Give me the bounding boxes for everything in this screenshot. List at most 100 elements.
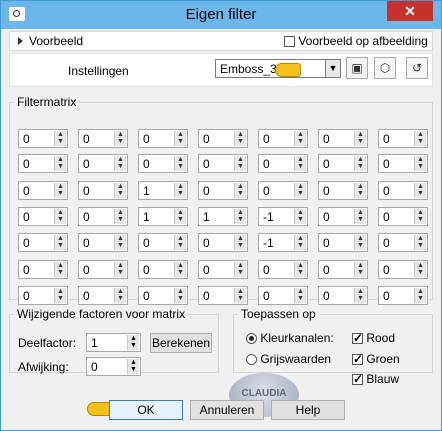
- spinner-icon[interactable]: ▲ ▼: [114, 288, 126, 303]
- matrix-cell[interactable]: 0 ▲ ▼: [138, 233, 188, 252]
- matrix-cell[interactable]: 0 ▲ ▼: [318, 207, 368, 226]
- grayscale-radio[interactable]: Grijswaarden: [246, 352, 331, 366]
- matrix-cell[interactable]: 0 ▲ ▼: [198, 181, 248, 200]
- matrix-cell[interactable]: 0 ▲ ▼: [258, 181, 308, 200]
- ok-button[interactable]: OK: [109, 400, 183, 420]
- help-button[interactable]: Help: [271, 400, 345, 420]
- spinner-icon[interactable]: ▲ ▼: [114, 262, 126, 277]
- spinner-icon[interactable]: ▲ ▼: [174, 288, 186, 303]
- preview-on-image-checkbox[interactable]: Voorbeeld op afbeelding: [284, 34, 428, 48]
- divisor-input[interactable]: 1 ▲ ▼: [86, 333, 141, 352]
- randomize-button[interactable]: ⬡: [374, 57, 396, 79]
- spinner-icon[interactable]: ▲ ▼: [234, 235, 246, 250]
- spinner-icon[interactable]: ▲ ▼: [354, 131, 366, 146]
- spinner-icon[interactable]: ▲ ▼: [54, 288, 66, 303]
- matrix-cell[interactable]: 1 ▲ ▼: [138, 207, 188, 226]
- cancel-button[interactable]: Annuleren: [190, 400, 264, 420]
- save-preset-button[interactable]: ▣: [346, 57, 368, 79]
- spinner-icon[interactable]: ▲ ▼: [234, 209, 246, 224]
- matrix-cell[interactable]: 0 ▲ ▼: [378, 233, 428, 252]
- spinner-icon[interactable]: ▲ ▼: [114, 156, 126, 171]
- red-checkbox[interactable]: Rood: [352, 331, 395, 345]
- chevron-down-icon[interactable]: ▼: [325, 60, 340, 77]
- spinner-icon[interactable]: ▲ ▼: [414, 209, 426, 224]
- spinner-icon[interactable]: ▲ ▼: [414, 183, 426, 198]
- spinner-icon[interactable]: ▲ ▼: [54, 209, 66, 224]
- spinner-icon[interactable]: ▲ ▼: [294, 235, 306, 250]
- matrix-cell[interactable]: 0 ▲ ▼: [258, 286, 308, 305]
- matrix-cell[interactable]: 0 ▲ ▼: [258, 154, 308, 173]
- matrix-cell[interactable]: 0 ▲ ▼: [258, 129, 308, 148]
- matrix-cell[interactable]: 0 ▲ ▼: [198, 260, 248, 279]
- matrix-cell[interactable]: 0 ▲ ▼: [18, 207, 68, 226]
- spinner-icon[interactable]: ▲ ▼: [54, 235, 66, 250]
- spinner-icon[interactable]: ▲ ▼: [54, 156, 66, 171]
- spinner-icon[interactable]: ▲ ▼: [354, 209, 366, 224]
- spinner-icon[interactable]: ▲ ▼: [354, 156, 366, 171]
- matrix-cell[interactable]: 0 ▲ ▼: [138, 129, 188, 148]
- spinner-icon[interactable]: ▲ ▼: [414, 156, 426, 171]
- matrix-cell[interactable]: 0 ▲ ▼: [18, 154, 68, 173]
- matrix-cell[interactable]: 0 ▲ ▼: [138, 286, 188, 305]
- matrix-cell[interactable]: 0 ▲ ▼: [78, 129, 128, 148]
- matrix-cell[interactable]: 0 ▲ ▼: [138, 154, 188, 173]
- spinner-icon[interactable]: ▲ ▼: [234, 131, 246, 146]
- spinner-icon[interactable]: ▲ ▼: [127, 335, 139, 350]
- matrix-cell[interactable]: 0 ▲ ▼: [78, 233, 128, 252]
- matrix-cell[interactable]: 0 ▲ ▼: [78, 207, 128, 226]
- matrix-cell[interactable]: 0 ▲ ▼: [18, 181, 68, 200]
- matrix-cell[interactable]: 0 ▲ ▼: [198, 233, 248, 252]
- matrix-cell[interactable]: 0 ▲ ▼: [258, 260, 308, 279]
- spinner-icon[interactable]: ▲ ▼: [414, 262, 426, 277]
- matrix-cell[interactable]: 0 ▲ ▼: [318, 154, 368, 173]
- matrix-cell[interactable]: 0 ▲ ▼: [18, 260, 68, 279]
- spinner-icon[interactable]: ▲ ▼: [354, 183, 366, 198]
- close-button[interactable]: ✕: [387, 1, 433, 21]
- matrix-cell[interactable]: 1 ▲ ▼: [138, 181, 188, 200]
- spinner-icon[interactable]: ▲ ▼: [54, 262, 66, 277]
- spinner-icon[interactable]: ▲ ▼: [114, 131, 126, 146]
- matrix-cell[interactable]: 0 ▲ ▼: [138, 260, 188, 279]
- spinner-icon[interactable]: ▲ ▼: [414, 131, 426, 146]
- matrix-cell[interactable]: 0 ▲ ▼: [378, 286, 428, 305]
- spinner-icon[interactable]: ▲ ▼: [234, 262, 246, 277]
- matrix-cell[interactable]: 0 ▲ ▼: [318, 233, 368, 252]
- spinner-icon[interactable]: ▲ ▼: [174, 235, 186, 250]
- matrix-cell[interactable]: 0 ▲ ▼: [318, 260, 368, 279]
- green-checkbox[interactable]: Groen: [352, 352, 400, 366]
- spinner-icon[interactable]: ▲ ▼: [174, 209, 186, 224]
- spinner-icon[interactable]: ▲ ▼: [354, 262, 366, 277]
- bias-input[interactable]: 0 ▲ ▼: [86, 357, 141, 376]
- matrix-cell[interactable]: 0 ▲ ▼: [378, 260, 428, 279]
- spinner-icon[interactable]: ▲ ▼: [294, 262, 306, 277]
- matrix-cell[interactable]: 0 ▲ ▼: [318, 129, 368, 148]
- matrix-cell[interactable]: 0 ▲ ▼: [318, 181, 368, 200]
- spinner-icon[interactable]: ▲ ▼: [174, 131, 186, 146]
- matrix-cell[interactable]: 0 ▲ ▼: [318, 286, 368, 305]
- matrix-cell[interactable]: -1 ▲ ▼: [258, 207, 308, 226]
- spinner-icon[interactable]: ▲ ▼: [294, 131, 306, 146]
- matrix-cell[interactable]: 0 ▲ ▼: [18, 286, 68, 305]
- spinner-icon[interactable]: ▲ ▼: [414, 235, 426, 250]
- matrix-cell[interactable]: 0 ▲ ▼: [18, 233, 68, 252]
- matrix-cell[interactable]: 0 ▲ ▼: [198, 129, 248, 148]
- spinner-icon[interactable]: ▲ ▼: [114, 183, 126, 198]
- matrix-cell[interactable]: 1 ▲ ▼: [198, 207, 248, 226]
- matrix-cell[interactable]: 0 ▲ ▼: [78, 286, 128, 305]
- matrix-cell[interactable]: 0 ▲ ▼: [78, 260, 128, 279]
- matrix-cell[interactable]: 0 ▲ ▼: [78, 181, 128, 200]
- spinner-icon[interactable]: ▲ ▼: [294, 183, 306, 198]
- preview-toggle[interactable]: Voorbeeld: [18, 34, 83, 48]
- spinner-icon[interactable]: ▲ ▼: [174, 156, 186, 171]
- spinner-icon[interactable]: ▲ ▼: [127, 359, 139, 374]
- matrix-cell[interactable]: 0 ▲ ▼: [78, 154, 128, 173]
- spinner-icon[interactable]: ▲ ▼: [354, 288, 366, 303]
- spinner-icon[interactable]: ▲ ▼: [174, 183, 186, 198]
- spinner-icon[interactable]: ▲ ▼: [234, 288, 246, 303]
- spinner-icon[interactable]: ▲ ▼: [174, 262, 186, 277]
- matrix-cell[interactable]: 0 ▲ ▼: [378, 207, 428, 226]
- reset-button[interactable]: ↺: [406, 57, 428, 79]
- spinner-icon[interactable]: ▲ ▼: [294, 209, 306, 224]
- spinner-icon[interactable]: ▲ ▼: [114, 209, 126, 224]
- matrix-cell[interactable]: 0 ▲ ▼: [378, 129, 428, 148]
